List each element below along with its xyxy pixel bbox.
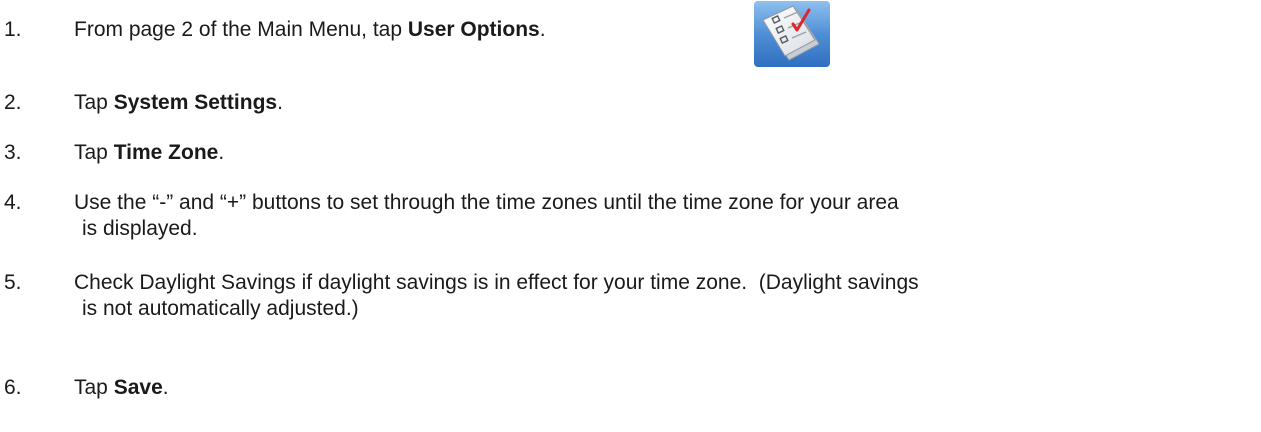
step-text: Tap Time Zone. [74,141,225,164]
step-text: Use the “-” and “+” buttons to set throu… [74,190,1244,242]
menu-item-reference: User Options [407,18,540,41]
menu-item-reference: System Settings [113,91,278,114]
step-text-line: Check Daylight Savings if daylight savin… [74,271,919,294]
step-number: 2. [4,91,22,114]
step-text-line: is not automatically adjusted.) [82,297,359,320]
step-text: Tap System Settings. [74,91,283,114]
step-text: Check Daylight Savings if daylight savin… [74,270,1244,322]
instruction-steps: 1. From page 2 of the Main Menu, tap Use… [0,0,1261,432]
step-text: Tap Save. [74,376,169,399]
step-number: 1. [4,18,22,41]
step-text-line: is displayed. [82,217,198,240]
step-number: 5. [4,271,22,294]
step-number: 6. [4,376,22,399]
step-text: From page 2 of the Main Menu, tap User O… [74,18,546,41]
menu-item-reference: Time Zone [113,141,219,164]
step-text-line: Use the “-” and “+” buttons to set throu… [74,191,899,214]
menu-item-reference: Save [113,376,163,399]
step-number: 4. [4,191,22,214]
step-number: 3. [4,141,22,164]
user-options-checklist-icon [754,1,830,67]
